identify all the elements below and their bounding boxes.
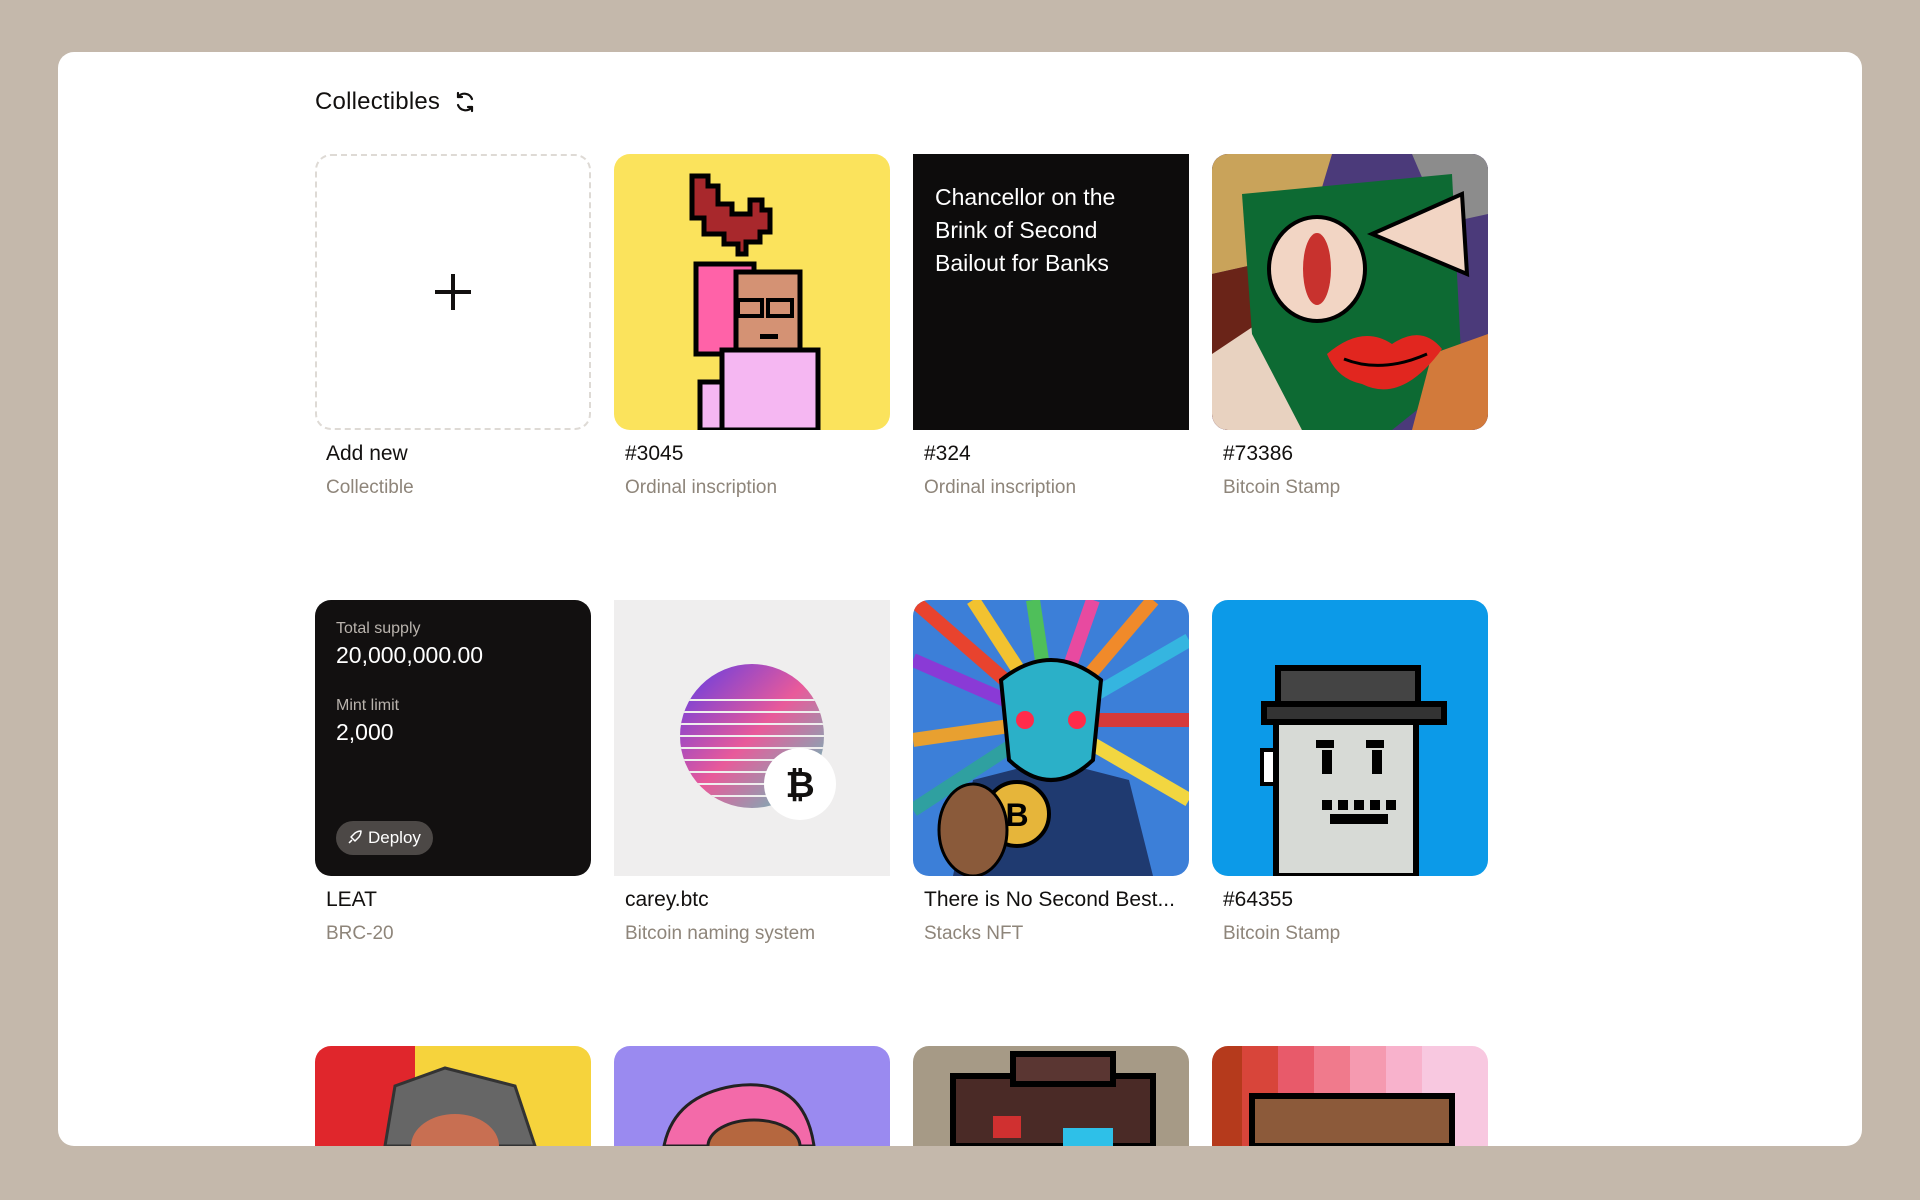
total-supply-value: 20,000,000.00 xyxy=(336,642,484,668)
deploy-button[interactable]: Deploy xyxy=(336,821,433,855)
card-title: #324 xyxy=(924,442,971,465)
card-subtitle: BRC-20 xyxy=(326,923,394,944)
rocket-icon xyxy=(348,830,362,844)
card-subtitle: Stacks NFT xyxy=(924,923,1024,944)
card-title: carey.btc xyxy=(625,888,709,911)
collectibles-grid: Add new Collectible #3045 Ordinal inscri… xyxy=(315,154,1488,1046)
collectible-card[interactable]: #73386 Bitcoin Stamp xyxy=(1212,154,1488,600)
mint-limit-value: 2,000 xyxy=(336,719,394,745)
inscription-text-line: Brink of Second xyxy=(935,217,1098,243)
card-subtitle: Ordinal inscription xyxy=(625,477,778,498)
collectibles-row-partial xyxy=(315,1046,1488,1146)
add-new-tile[interactable] xyxy=(315,154,591,430)
brc20-token-tile: Total supply 20,000,000.00 Mint limit 2,… xyxy=(315,600,591,876)
add-collectible-card[interactable]: Add new Collectible xyxy=(315,154,591,600)
collectible-card[interactable]: B There is No Second Best... Stacks NFT xyxy=(913,600,1189,1046)
inscription-text-line: Chancellor on the xyxy=(935,184,1116,210)
total-supply-label: Total supply xyxy=(336,620,421,637)
card-subtitle: Collectible xyxy=(326,477,414,498)
psychedelic-mask-image: B xyxy=(913,600,1189,876)
collectible-card[interactable]: #64355 Bitcoin Stamp xyxy=(1212,600,1488,1046)
collectible-card[interactable]: Chancellor on the Brink of Second Bailou… xyxy=(913,154,1189,600)
pixel-punk-image xyxy=(1212,600,1488,876)
refresh-icon[interactable] xyxy=(452,89,478,115)
page-title: Collectibles xyxy=(315,88,441,115)
card-title: #3045 xyxy=(625,442,684,465)
card-title: #73386 xyxy=(1223,442,1294,465)
collectible-thumb-partial[interactable] xyxy=(315,1046,591,1146)
mint-limit-label: Mint limit xyxy=(336,697,400,714)
abstract-face-image xyxy=(1212,154,1488,430)
collectible-thumb-partial[interactable] xyxy=(1212,1046,1488,1146)
collectible-card[interactable]: #3045 Ordinal inscription xyxy=(614,154,890,600)
collectibles-header: Collectibles xyxy=(315,88,478,116)
card-subtitle: Bitcoin naming system xyxy=(625,923,816,944)
card-subtitle: Ordinal inscription xyxy=(924,477,1077,498)
card-title: #64355 xyxy=(1223,888,1294,911)
plus-icon xyxy=(435,274,471,310)
pixel-character-image xyxy=(614,154,890,430)
card-subtitle: Bitcoin Stamp xyxy=(1223,923,1341,944)
collectible-card[interactable]: ₿ carey.btc Bitcoin naming system xyxy=(614,600,890,1046)
svg-text:B: B xyxy=(1005,797,1028,833)
collectible-thumb-partial[interactable] xyxy=(614,1046,890,1146)
deploy-label: Deploy xyxy=(368,828,421,847)
card-title: LEAT xyxy=(326,888,377,911)
card-title: There is No Second Best... xyxy=(924,888,1175,911)
collectible-thumb-partial[interactable] xyxy=(913,1046,1189,1146)
text-inscription-tile: Chancellor on the Brink of Second Bailou… xyxy=(913,154,1189,430)
card-title: Add new xyxy=(326,442,408,465)
bitcoin-icon: ₿ xyxy=(785,764,815,805)
card-subtitle: Bitcoin Stamp xyxy=(1223,477,1341,498)
collectible-card[interactable]: Total supply 20,000,000.00 Mint limit 2,… xyxy=(315,600,591,1046)
bns-name-tile: ₿ xyxy=(614,600,890,876)
inscription-text-line: Bailout for Banks xyxy=(935,250,1109,276)
